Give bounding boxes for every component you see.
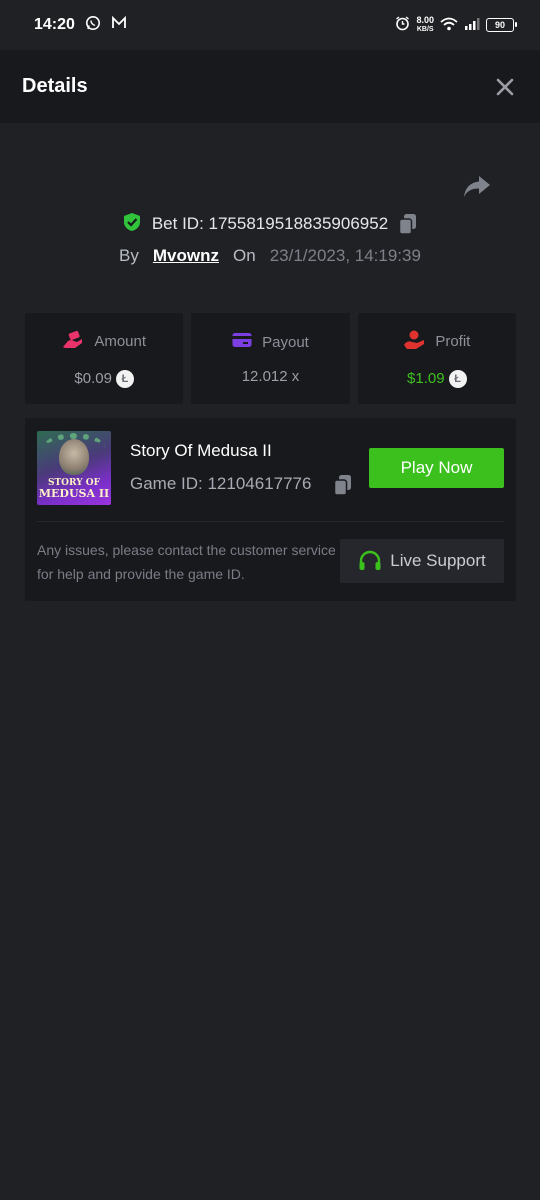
profit-value: $1.09 bbox=[407, 370, 445, 387]
network-speed: 8.00 KB/S bbox=[416, 15, 434, 34]
bet-id: Bet ID: 1755819518835906952 bbox=[151, 214, 389, 233]
whatsapp-icon bbox=[85, 15, 101, 36]
copy-icon bbox=[398, 214, 417, 235]
game-card: STORY OF MEDUSA II Story Of Medusa II Ga… bbox=[25, 418, 516, 601]
litecoin-icon: Ł bbox=[448, 369, 467, 388]
battery-icon: 90 bbox=[486, 18, 517, 32]
copy-game-id-button[interactable] bbox=[333, 474, 353, 501]
payout-stat: Payout 12.012 x bbox=[191, 313, 350, 404]
money-hand-icon bbox=[403, 330, 425, 354]
game-name: Story Of Medusa II bbox=[130, 441, 272, 460]
payout-label: Payout bbox=[262, 333, 309, 351]
amount-value: $0.09 bbox=[74, 370, 112, 387]
status-bar: 14:20 8.00 KB/S 90 bbox=[0, 0, 540, 50]
amount-stat: Amount $0.09 Ł bbox=[25, 313, 184, 404]
support-note: Any issues, please contact the customer … bbox=[37, 542, 336, 582]
signal-icon bbox=[464, 17, 480, 33]
divider bbox=[37, 521, 504, 522]
bet-date: 23/1/2023, 14:19:39 bbox=[269, 246, 421, 265]
clock: 14:20 bbox=[34, 16, 75, 33]
verified-shield-icon bbox=[122, 212, 142, 237]
game-id: Game ID: 12104617776 bbox=[130, 474, 312, 493]
details-header: Details bbox=[0, 50, 540, 123]
on-label: On bbox=[233, 246, 256, 265]
copy-icon bbox=[333, 475, 351, 496]
username-link[interactable]: Mvownz bbox=[153, 246, 219, 266]
profit-stat: Profit $1.09 Ł bbox=[357, 313, 516, 404]
close-button[interactable] bbox=[492, 74, 518, 100]
medusa-face-art bbox=[59, 439, 89, 475]
profit-label: Profit bbox=[435, 333, 471, 350]
share-icon bbox=[464, 176, 490, 197]
live-support-button[interactable]: Live Support bbox=[340, 539, 504, 583]
litecoin-icon: Ł bbox=[115, 369, 134, 388]
payout-value: 12.012 x bbox=[241, 368, 300, 385]
live-support-label: Live Support bbox=[390, 551, 486, 570]
bet-id-row: Bet ID: 1755819518835906952 bbox=[0, 210, 540, 238]
amount-label: Amount bbox=[94, 333, 147, 350]
bet-meta-row: By Mvownz On 23/1/2023, 14:19:39 bbox=[0, 243, 540, 269]
copy-bet-id-button[interactable] bbox=[398, 213, 418, 235]
play-now-button[interactable]: Play Now bbox=[369, 448, 504, 488]
bet-stats: Amount $0.09 Ł Payout 12.012 x Profit $1… bbox=[25, 313, 516, 404]
mail-icon bbox=[111, 15, 127, 35]
share-button[interactable] bbox=[462, 174, 492, 200]
credit-card-icon bbox=[232, 332, 252, 352]
page-title: Details bbox=[22, 75, 88, 97]
game-thumbnail-title: STORY OF MEDUSA II bbox=[38, 478, 110, 500]
cash-hand-icon bbox=[62, 330, 84, 354]
game-thumbnail[interactable]: STORY OF MEDUSA II bbox=[37, 431, 111, 505]
alarm-icon bbox=[395, 16, 410, 34]
headset-icon bbox=[359, 550, 381, 570]
wifi-icon bbox=[440, 17, 458, 34]
by-label: By bbox=[119, 246, 139, 265]
close-icon bbox=[496, 78, 514, 95]
